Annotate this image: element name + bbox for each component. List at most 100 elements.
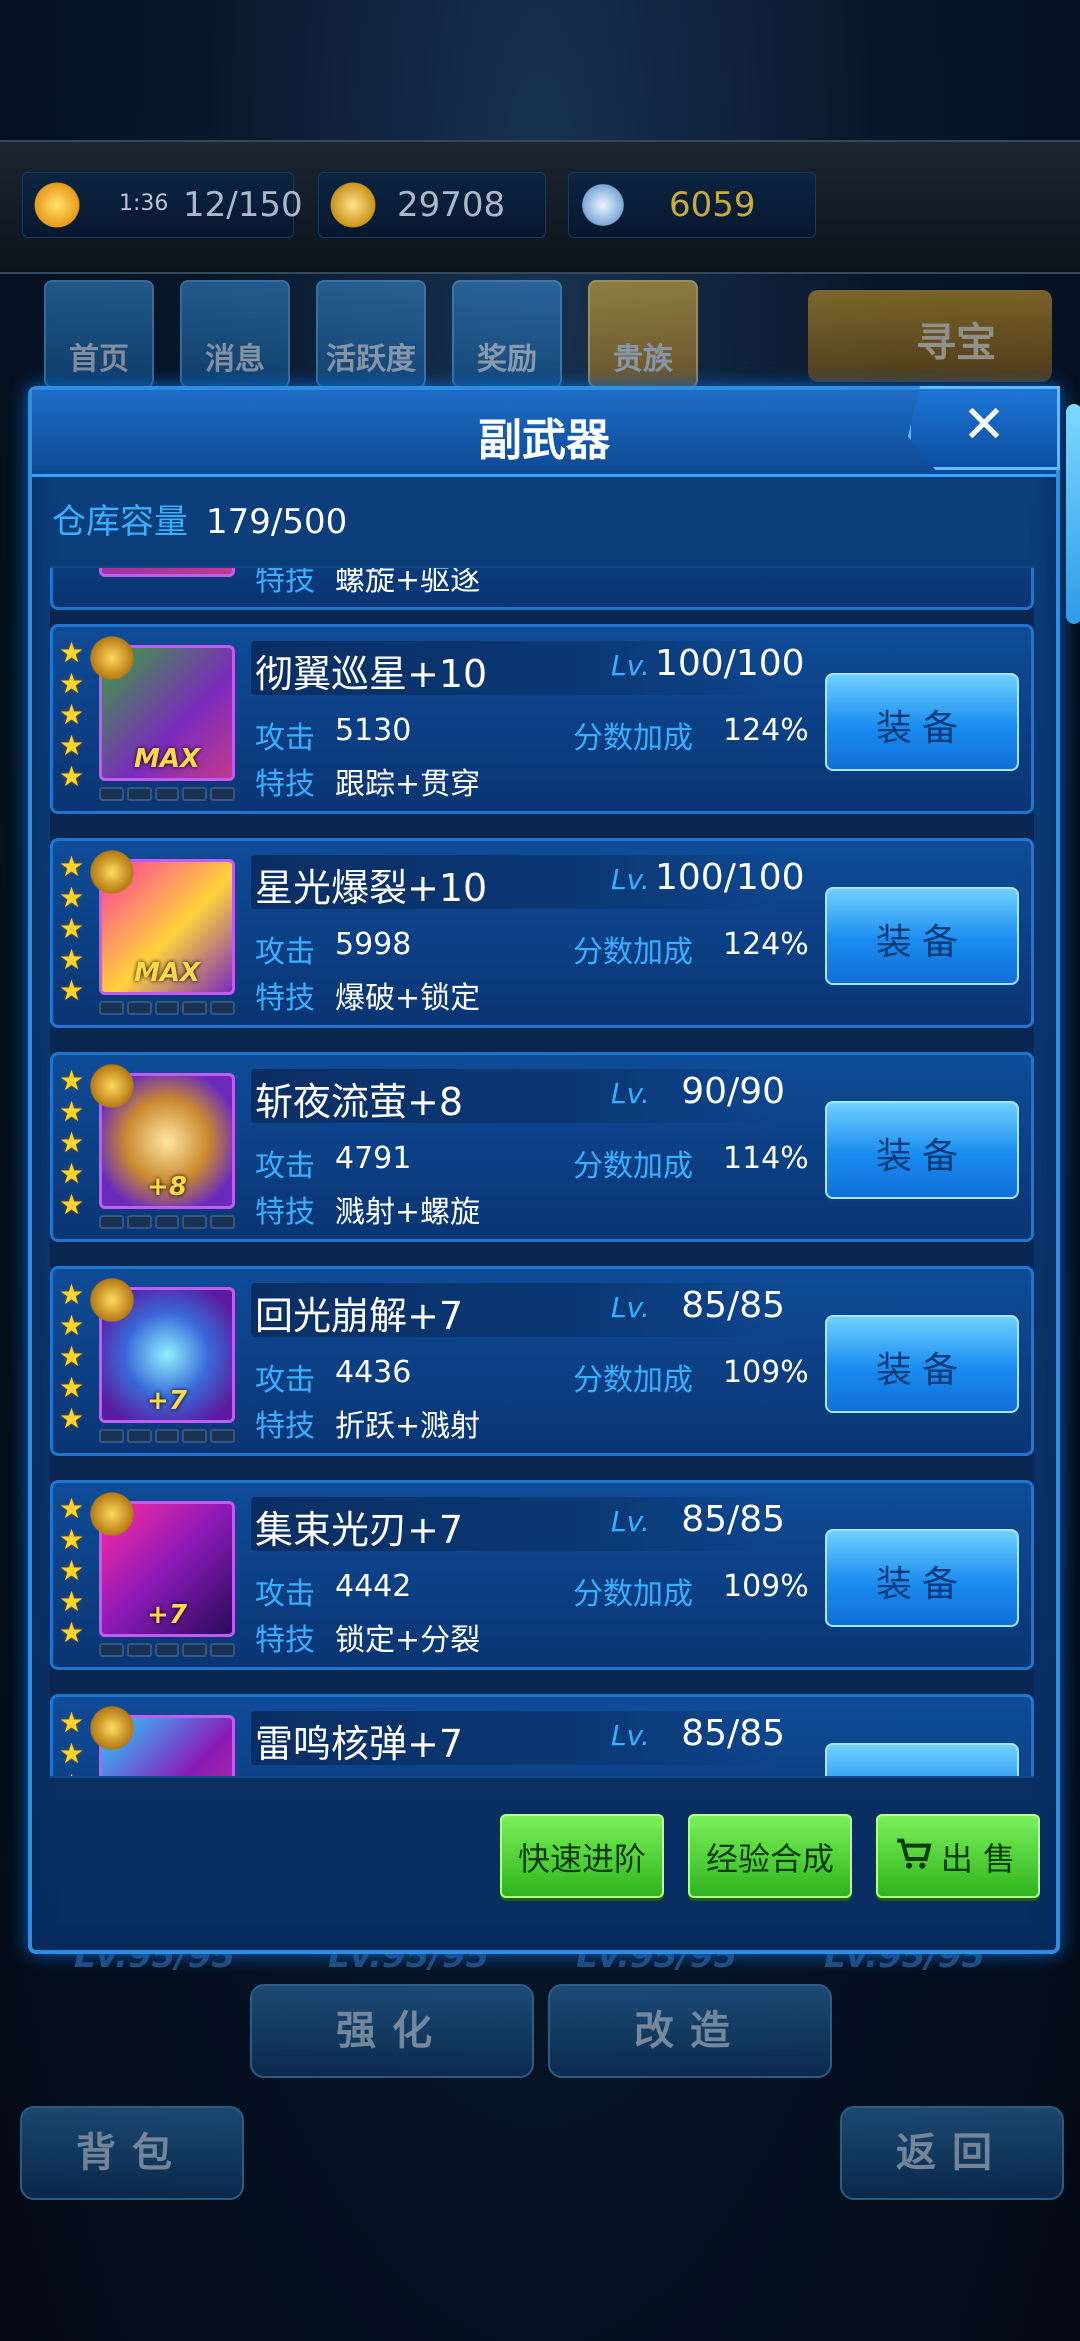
slot-bar [99, 1215, 235, 1229]
exp-merge-button[interactable]: 经验合成 [688, 1814, 852, 1898]
star-icon: ★ [59, 1188, 85, 1221]
score-bonus-value: 114% [723, 1141, 809, 1176]
weapon-item[interactable]: ★ ★ ★ ★ ★ MAX 彻翼巡星+10 Lv. 100/100 攻击 5130 分数加成 124% 特… [50, 624, 1034, 814]
weapon-list[interactable]: +9 特技 螺旋+驱逐 ★★★★★MAX彻翼巡星+10Lv.100/100攻击5… [50, 566, 1034, 1778]
dialog-header: 副武器 ✕ [32, 386, 1060, 477]
level-prefix: Lv. [611, 649, 650, 682]
gold-value: 29708 [397, 185, 506, 225]
weapon-name: 雷鸣核弹+7 [255, 1722, 464, 1766]
backpack-button[interactable]: 背包 [20, 2106, 244, 2200]
weapon-item[interactable]: ★★★★★ 雷鸣核弹+7 Lv. 85/85 装备 [50, 1694, 1034, 1776]
nav-messages-button[interactable]: 消息 [180, 280, 290, 388]
energy-resource[interactable]: 1:36 12/150 [22, 172, 303, 238]
equip-button[interactable]: 装备 [825, 1101, 1019, 1199]
star-icon: ★ [59, 1402, 85, 1435]
slot-bar [99, 787, 235, 801]
star-icon: ★ [59, 698, 85, 731]
gem-value: 6059 [669, 185, 756, 225]
sell-button[interactable]: 出 售 [876, 1814, 1040, 1898]
score-bonus-value: 109% [723, 1355, 809, 1390]
attack-label: 攻击 [255, 935, 315, 970]
skill-value: 跟踪+贯穿 [335, 767, 481, 802]
star-icon: ★ [59, 1340, 85, 1373]
equip-button[interactable]: 装备 [825, 1529, 1019, 1627]
rarity-stars: ★★★★★ [59, 1493, 89, 1648]
skill-value: 溅射+螺旋 [335, 1195, 481, 1230]
enhance-badge: +7 [147, 1600, 187, 1630]
level-value: 100/100 [655, 643, 805, 684]
level-prefix: Lv. [611, 1719, 650, 1752]
skill-label: 特技 [255, 1195, 315, 1230]
list-scrollbar[interactable] [1066, 404, 1080, 624]
weapon-item[interactable]: ★ ★ ★ ★ ★ +7 集束光刃+7 Lv. 85/85 攻击 4442 分数加成 109% 特技 锁定+… [50, 1480, 1034, 1670]
weapon-item[interactable]: ★ ★ ★ ★ ★ MAX 星光爆裂+10 Lv. 100/100 攻击 5998 分数加成 124% 特… [50, 838, 1034, 1028]
equip-button[interactable]: 装备 [825, 673, 1019, 771]
slot-bar [99, 1001, 235, 1015]
rank-emblem-icon [89, 1277, 135, 1323]
gold-coin-icon [327, 179, 379, 231]
weapon-item[interactable]: ★ ★ ★ ★ ★ +7 回光崩解+7 Lv. 85/85 攻击 4436 分数加成 109% 特技 折跃+… [50, 1266, 1034, 1456]
score-bonus-value: 124% [723, 927, 809, 962]
star-icon: ★ [59, 943, 85, 976]
equip-button[interactable]: 装备 [825, 887, 1019, 985]
star-icon: ★ [59, 881, 85, 914]
weapon-item[interactable]: ★ ★ ★ ★ ★ +8 斩夜流萤+8 Lv. 90/90 攻击 4791 分数加成 114% 特技 溅射+… [50, 1052, 1034, 1242]
star-icon: ★ [59, 1523, 85, 1556]
storage-capacity: 仓库容量 179/500 [52, 494, 347, 543]
level-prefix: Lv. [611, 1505, 650, 1538]
quick-advance-button[interactable]: 快速进阶 [500, 1814, 664, 1898]
star-icon: ★ [59, 667, 85, 700]
nav-vip-button[interactable]: 贵族 [588, 280, 698, 388]
rarity-stars: ★★★★★ [59, 1065, 89, 1220]
weapon-item-partial[interactable]: +9 特技 螺旋+驱逐 [50, 568, 1034, 610]
score-bonus-value: 109% [723, 1569, 809, 1604]
diamond-icon [577, 179, 629, 231]
attack-value: 5998 [335, 927, 412, 962]
level-value: 90/90 [681, 1071, 785, 1112]
star-icon: ★ [59, 1554, 85, 1587]
rank-emblem-icon [89, 1705, 135, 1751]
skill-label: 特技 [255, 981, 315, 1016]
attack-value: 4436 [335, 1355, 412, 1390]
gold-resource[interactable]: 29708 [318, 172, 546, 238]
star-icon: ★ [59, 1706, 85, 1739]
rarity-stars: ★★★★★ [59, 1706, 89, 1776]
energy-value: 12/150 [183, 185, 303, 225]
enhance-badge: +8 [147, 1172, 187, 1202]
attack-value: 5130 [335, 713, 412, 748]
rank-emblem-icon [89, 1491, 135, 1537]
equip-button[interactable]: 装备 [825, 1743, 1019, 1776]
skill-value: 折跃+溅射 [335, 1409, 481, 1444]
score-bonus-label: 分数加成 [573, 935, 693, 970]
nav-home-button[interactable]: 首页 [44, 280, 154, 388]
star-icon: ★ [59, 1095, 85, 1128]
score-bonus-label: 分数加成 [573, 1577, 693, 1612]
weapon-name: 星光爆裂+10 [255, 866, 488, 910]
slot-bar [99, 1429, 235, 1443]
attack-label: 攻击 [255, 721, 315, 756]
close-button[interactable]: ✕ [908, 386, 1060, 470]
star-icon: ★ [59, 1309, 85, 1342]
forge-button[interactable]: 改造 [548, 1984, 832, 2078]
nav-rewards-button[interactable]: 奖励 [452, 280, 562, 388]
sub-weapon-dialog: 副武器 ✕ 仓库容量179/500 +9 特技 螺旋+驱逐 ★★★★★MAX彻翼… [28, 386, 1080, 1954]
energy-bolt-icon [31, 179, 83, 231]
gem-resource[interactable]: 6059 [568, 172, 816, 238]
equip-button[interactable]: 装备 [825, 1315, 1019, 1413]
close-icon: ✕ [962, 395, 1006, 455]
level-value: 85/85 [681, 1285, 785, 1326]
weapon-name: 集束光刃+7 [255, 1508, 464, 1552]
back-button[interactable]: 返回 [840, 2106, 1064, 2200]
rank-emblem-icon [89, 635, 135, 681]
nav-activity-button[interactable]: 活跃度 [316, 280, 426, 388]
weapon-icon: +9 [99, 568, 235, 577]
star-icon: ★ [59, 1492, 85, 1525]
skill-label: 特技 [255, 1409, 315, 1444]
attack-label: 攻击 [255, 1577, 315, 1612]
star-icon: ★ [59, 1616, 85, 1649]
star-icon: ★ [59, 1157, 85, 1190]
treasure-button[interactable]: 寻宝 [808, 290, 1052, 382]
enhance-button[interactable]: 强化 [250, 1984, 534, 2078]
star-icon: ★ [59, 636, 85, 669]
score-bonus-value: 124% [723, 713, 809, 748]
